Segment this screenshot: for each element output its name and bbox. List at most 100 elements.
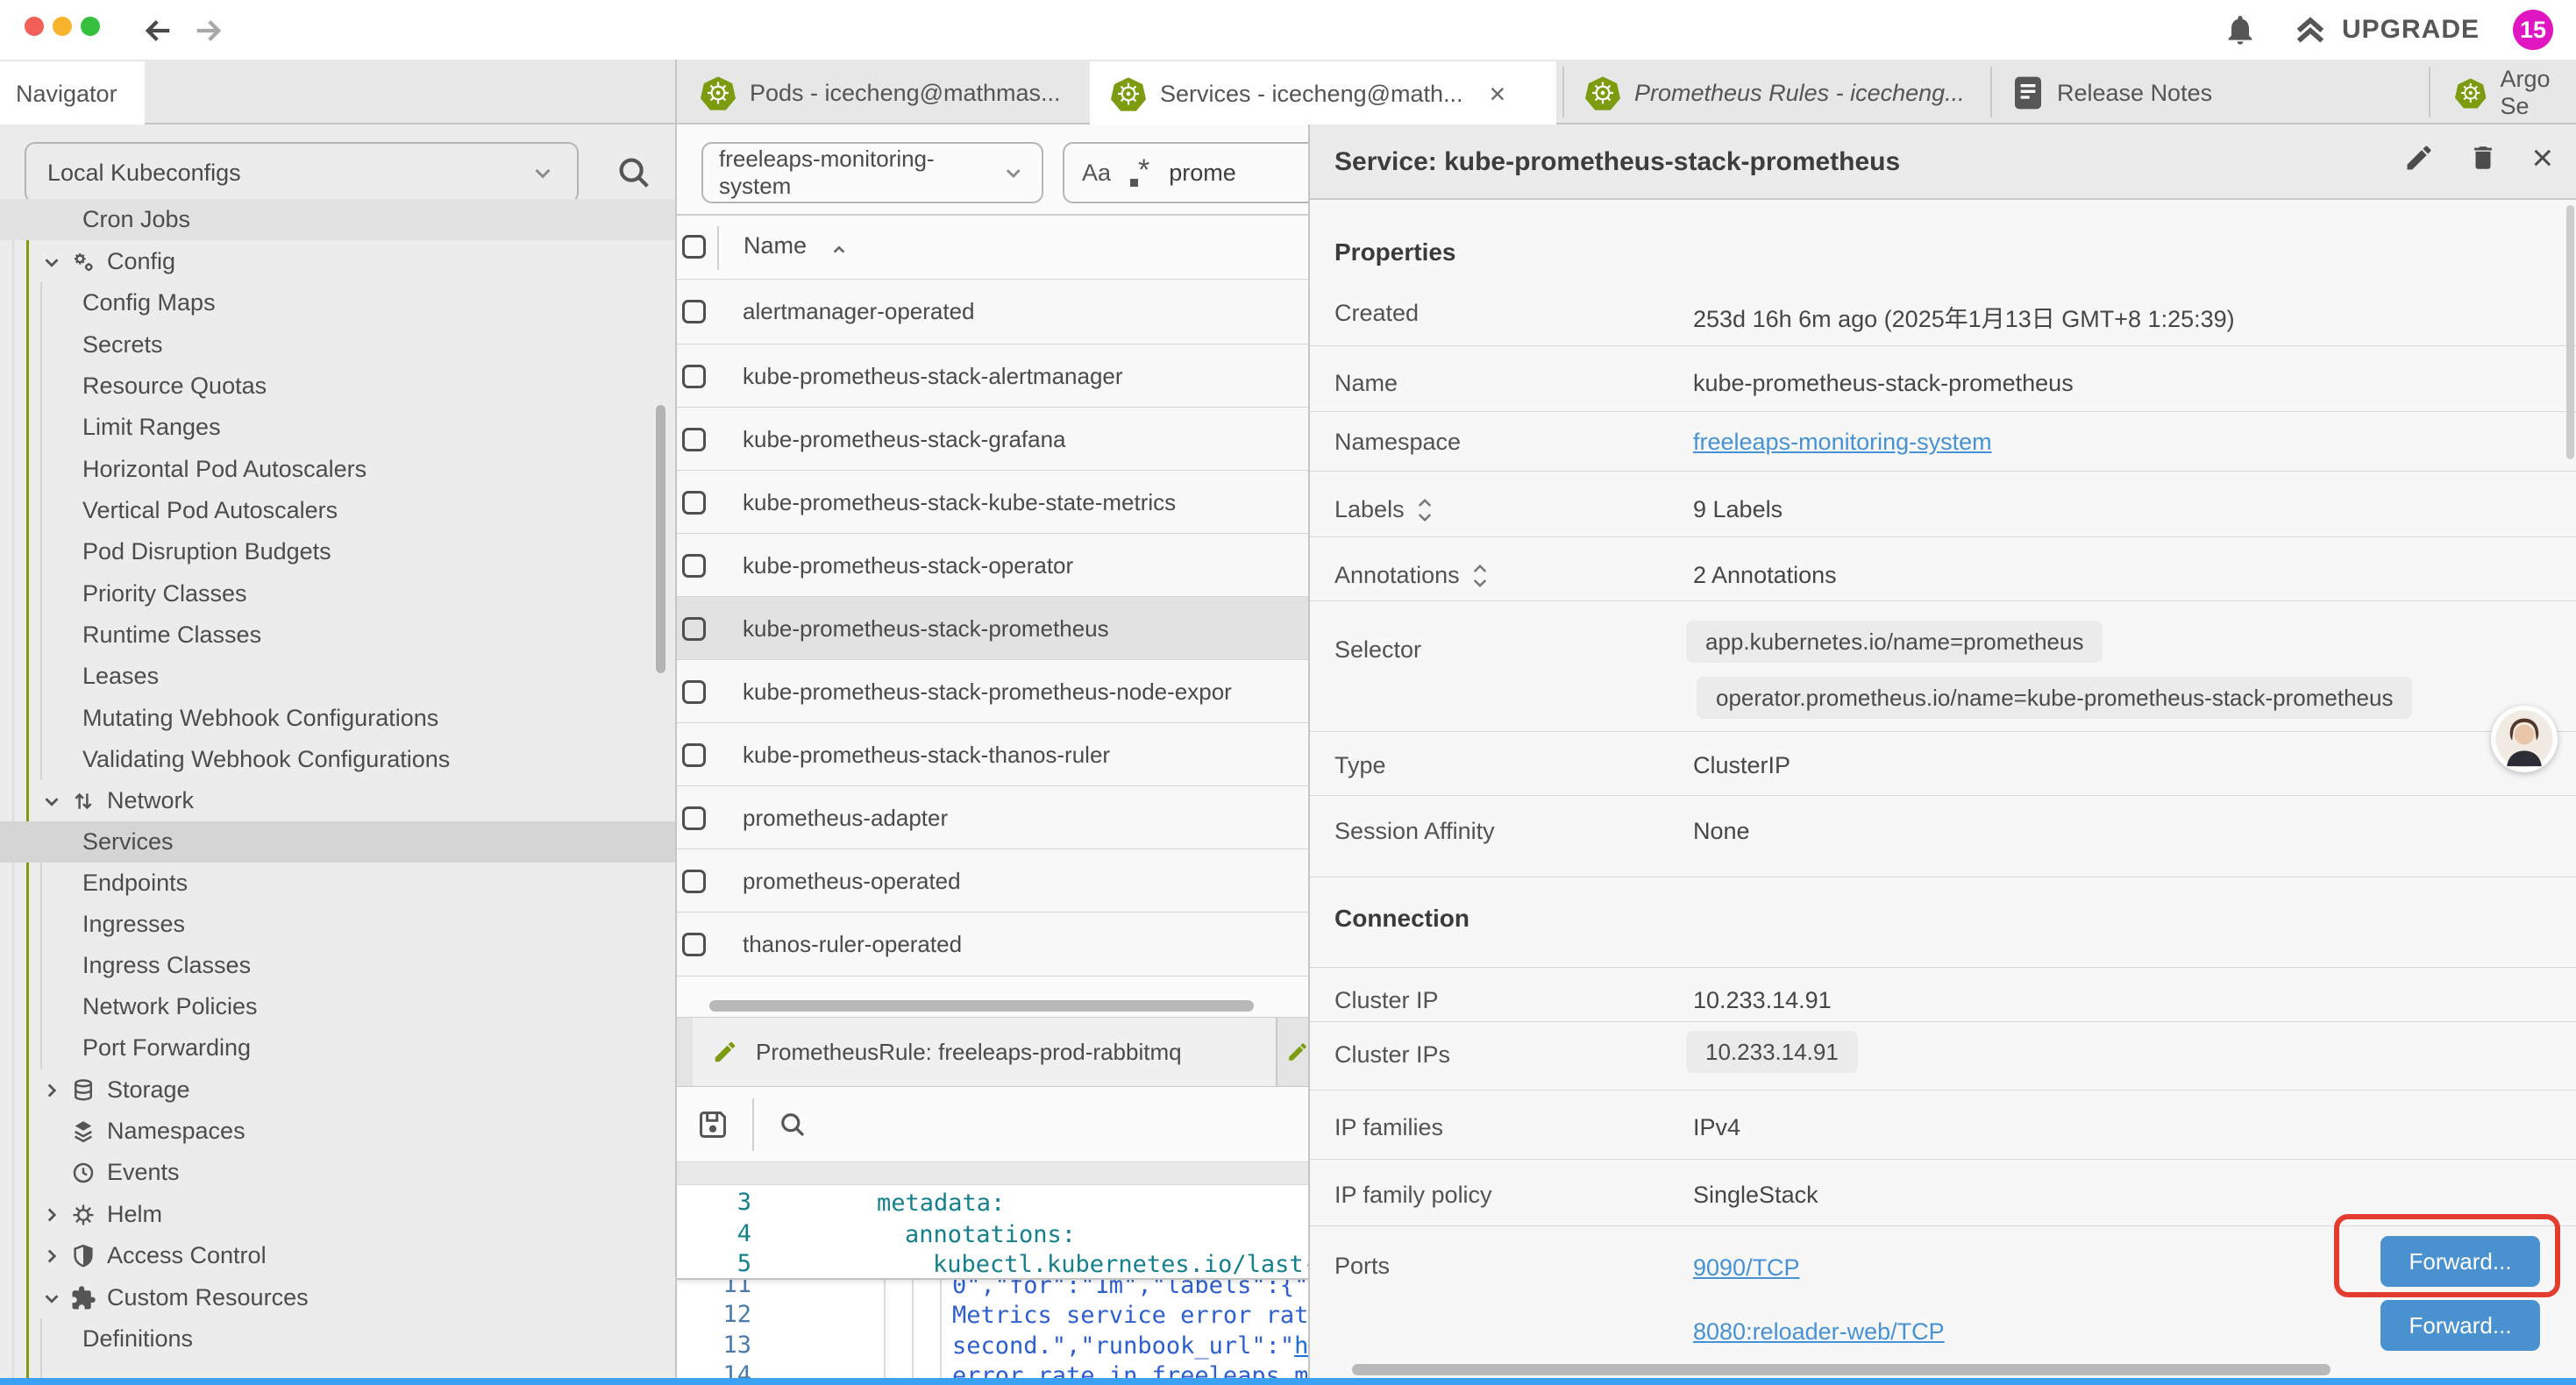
tab-argo[interactable]: Argo Se [2430,61,2576,124]
sidebar-group-helm[interactable]: Helm [0,1194,675,1235]
tab-prometheus-rules[interactable]: Prometheus Rules - icecheng... [1568,61,1989,124]
namespace-link[interactable]: freeleaps-monitoring-system [1693,429,1992,456]
detail-vertical-scrollbar[interactable] [2566,205,2574,459]
table-row[interactable]: prometheus-operated [677,849,1308,913]
yaml-editor[interactable]: 11 0","for":"1m","labels":{"service":"f … [677,1185,1308,1378]
sidebar-group-config[interactable]: Config [0,241,675,282]
table-row-selected[interactable]: kube-prometheus-stack-prometheus [677,596,1308,660]
table-row[interactable]: kube-prometheus-stack-grafana [677,407,1308,471]
sidebar-item-runtime-classes[interactable]: Runtime Classes [0,614,675,656]
table-row[interactable]: kube-prometheus-stack-kube-state-metrics [677,470,1308,534]
sidebar-item-vertical-pod-autoscalers[interactable]: Vertical Pod Autoscalers [0,490,675,531]
row-checkbox[interactable] [682,870,706,893]
column-header-name[interactable]: Name [744,232,807,259]
row-checkbox[interactable] [682,743,706,767]
port-link-8080[interactable]: 8080:reloader-web/TCP [1693,1318,1945,1346]
sidebar-item-mutating-webhook-configurations[interactable]: Mutating Webhook Configurations [0,698,675,739]
delete-trash-icon[interactable] [2468,142,2498,174]
row-checkbox[interactable] [682,491,706,515]
kubeconfig-select[interactable]: Local Kubeconfigs [25,142,579,203]
avatar[interactable] [2491,706,2558,772]
notification-count-badge[interactable]: 15 [2513,10,2553,50]
sidebar-item-events[interactable]: Events [0,1152,675,1193]
sidebar-search-icon[interactable] [614,153,654,193]
select-all-checkbox[interactable] [682,235,706,259]
sidebar-item-pod-disruption-budgets[interactable]: Pod Disruption Budgets [0,531,675,572]
forward-icon[interactable] [189,12,226,49]
sidebar-item-endpoints[interactable]: Endpoints [0,863,675,904]
sidebar-item-port-forwarding[interactable]: Port Forwarding [0,1027,675,1069]
upgrade-button[interactable]: UPGRADE [2291,12,2480,47]
sidebar-item-secrets[interactable]: Secrets [0,324,675,366]
close-panel-icon[interactable]: × [2531,142,2553,174]
table-row[interactable]: kube-prometheus-stack-thanos-ruler [677,722,1308,786]
line-number: 13 [677,1330,751,1361]
notifications-bell-icon[interactable] [2223,12,2258,47]
row-checkbox[interactable] [682,554,706,578]
edit-pencil-icon[interactable] [2403,142,2435,174]
runbook-url-link[interactable]: https://net [1294,1332,1308,1360]
editor-search-icon[interactable] [777,1109,808,1140]
close-window-button[interactable] [25,17,44,36]
sidebar-item-cron-jobs[interactable]: Cron Jobs [0,199,675,240]
sidebar-item-namespaces[interactable]: Namespaces [0,1111,675,1152]
save-icon[interactable] [696,1108,729,1141]
sidebar-item-horizontal-pod-autoscalers[interactable]: Horizontal Pod Autoscalers [0,449,675,490]
table-horizontal-scrollbar[interactable] [709,1000,1254,1012]
row-checkbox[interactable] [682,933,706,956]
tab-release-notes[interactable]: Release Notes [1992,61,2427,124]
regex-icon[interactable]: * [1130,160,1149,187]
tab-pods[interactable]: Pods - icecheng@mathmas... [680,61,1080,124]
table-row[interactable]: kube-prometheus-stack-alertmanager [677,344,1308,408]
kubernetes-icon [2455,75,2486,110]
list-search-input[interactable]: Aa * prome [1063,142,1308,203]
editor-tab-prometheusrule[interactable]: PrometheusRule: freeleaps-prod-rabbitmq [693,1018,1277,1086]
back-icon[interactable] [140,12,177,49]
table-row[interactable]: prometheus-adapter [677,785,1308,849]
namespace-filter-select[interactable]: freeleaps-monitoring-system [701,142,1043,203]
sidebar-item-ingresses[interactable]: Ingresses [0,904,675,945]
row-checkbox[interactable] [682,428,706,451]
sort-updown-icon[interactable] [1470,563,1490,589]
tab-services[interactable]: Services - icecheng@math... × [1090,61,1556,126]
maximize-window-button[interactable] [81,17,100,36]
sidebar-item-resource-quotas[interactable]: Resource Quotas [0,366,675,407]
sidebar-item-limit-ranges[interactable]: Limit Ranges [0,407,675,448]
row-checkbox[interactable] [682,300,706,323]
sidebar-group-access-control[interactable]: Access Control [0,1235,675,1276]
sidebar-item-definitions[interactable]: Definitions [0,1318,675,1360]
sidebar-item-services[interactable]: Services [0,821,675,863]
row-checkbox[interactable] [682,680,706,704]
forward-button-8080[interactable]: Forward... [2380,1300,2540,1351]
editor-tab-partial[interactable] [1286,1018,1308,1086]
annotations-value: 2 Annotations [1693,562,1837,589]
port-link-9090[interactable]: 9090/TCP [1693,1254,1800,1282]
sidebar-item-priority-classes[interactable]: Priority Classes [0,573,675,614]
sidebar-group-custom-resources[interactable]: Custom Resources [0,1277,675,1318]
sidebar-item-ingress-classes[interactable]: Ingress Classes [0,945,675,986]
tab-navigator[interactable]: Navigator [0,61,145,126]
tab-close-icon[interactable]: × [1490,78,1506,110]
sidebar-item-network-policies[interactable]: Network Policies [0,986,675,1027]
row-checkbox[interactable] [682,365,706,388]
row-checkbox[interactable] [682,806,706,830]
minimize-window-button[interactable] [53,17,72,36]
row-checkbox[interactable] [682,617,706,641]
sort-updown-icon[interactable] [1415,497,1434,523]
sidebar-group-network[interactable]: Network [0,780,675,821]
sidebar-group-storage[interactable]: Storage [0,1069,675,1111]
app-window: UPGRADE 15 Navigator Pods - icecheng@mat… [0,0,2576,1385]
sidebar-scrollbar[interactable] [656,405,665,673]
table-row[interactable]: alertmanager-operated [677,279,1308,343]
puzzle-icon [70,1285,96,1311]
table-row[interactable]: kube-prometheus-stack-prometheus-node-ex… [677,659,1308,723]
sidebar-item-leases[interactable]: Leases [0,656,675,697]
table-row[interactable]: thanos-ruler-operated [677,912,1308,977]
detail-header: Service: kube-prometheus-stack-prometheu… [1310,124,2576,200]
table-row[interactable]: kube-prometheus-stack-operator [677,533,1308,597]
sort-asc-icon[interactable] [828,238,850,261]
sidebar-item-config-maps[interactable]: Config Maps [0,282,675,323]
detail-horizontal-scrollbar[interactable] [1352,1364,2330,1375]
match-case-icon[interactable]: Aa [1082,160,1111,187]
sidebar-item-validating-webhook-configurations[interactable]: Validating Webhook Configurations [0,739,675,780]
